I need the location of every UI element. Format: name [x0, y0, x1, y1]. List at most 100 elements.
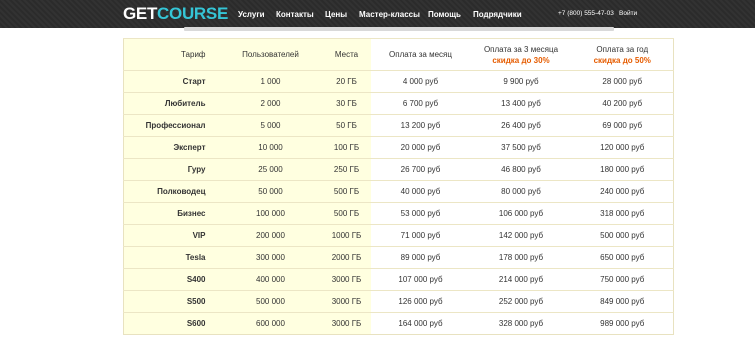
quarterly-price-cell: 46 800 руб — [470, 158, 572, 181]
header-users-label: Пользователей — [242, 50, 299, 59]
header-plan-label: Тариф — [181, 50, 206, 59]
nav-item-contacts[interactable]: Контакты — [276, 10, 325, 19]
plan-name-cell: Старт — [123, 70, 219, 93]
plan-name-cell: S500 — [123, 290, 219, 313]
storage-cell: 20 ГБ — [322, 70, 371, 93]
monthly-price-cell: 4 000 руб — [370, 70, 471, 93]
header-monthly: Оплата за месяц — [370, 38, 471, 71]
yearly-price-cell: 120 000 руб — [571, 136, 674, 159]
storage-cell: 50 ГБ — [322, 114, 371, 137]
quarterly-price-cell: 26 400 руб — [470, 114, 572, 137]
storage-cell: 30 ГБ — [322, 92, 371, 115]
login-link[interactable]: Войти — [619, 10, 637, 17]
users-count-cell: 600 000 — [218, 312, 323, 335]
users-count-cell: 5 000 — [218, 114, 323, 137]
users-count-cell: 100 000 — [218, 202, 323, 225]
quarterly-price-cell: 178 000 руб — [470, 246, 572, 269]
yearly-price-cell: 180 000 руб — [571, 158, 674, 181]
monthly-price-cell: 6 700 руб — [370, 92, 471, 115]
table-row: S500 500 000 3000 ГБ 126 000 руб 252 000 руб… — [123, 290, 674, 313]
quarterly-price-cell: 80 000 руб — [470, 180, 572, 203]
monthly-price-cell: 13 200 руб — [370, 114, 471, 137]
header-yearly: Оплата за год скидка до 50% — [571, 38, 674, 71]
header-storage-label: Места — [334, 50, 359, 59]
plan-name-cell: VIP — [123, 224, 219, 247]
storage-cell: 3000 ГБ — [322, 268, 371, 291]
header-quarterly-label: Оплата за 3 месяца — [483, 44, 559, 54]
table-row: Tesla 300 000 2000 ГБ 89 000 руб 178 000 руб… — [123, 246, 674, 269]
yearly-price-cell: 750 000 руб — [571, 268, 674, 291]
yearly-price-cell: 500 000 руб — [571, 224, 674, 247]
table-header-row: Тариф Пользователей Места Оплата за меся… — [123, 38, 674, 71]
storage-cell: 500 ГБ — [322, 202, 371, 225]
plan-name-cell: Эксперт — [123, 136, 219, 159]
storage-cell: 1000 ГБ — [322, 224, 371, 247]
users-count-cell: 25 000 — [218, 158, 323, 181]
nav-item-help[interactable]: Помощь — [428, 10, 473, 19]
users-count-cell: 400 000 — [218, 268, 323, 291]
table-row: Профессионал 5 000 50 ГБ 13 200 руб 26 400 р… — [123, 114, 674, 137]
intro-text-line — [184, 27, 614, 31]
header-quarterly: Оплата за 3 месяца скидка до 30% — [470, 38, 572, 71]
plan-name-cell: Профессионал — [123, 114, 219, 137]
monthly-price-cell: 26 700 руб — [370, 158, 471, 181]
quarterly-price-cell: 9 900 руб — [470, 70, 572, 93]
plan-name-cell: Любитель — [123, 92, 219, 115]
quarterly-price-cell: 214 000 руб — [470, 268, 572, 291]
main-nav: Услуги Контакты Цены Мастер-классы Помощ… — [238, 10, 522, 19]
pricing-table-body: Тариф Пользователей Места Оплата за меся… — [123, 38, 674, 335]
users-count-cell: 2 000 — [218, 92, 323, 115]
header-yearly-label: Оплата за год — [596, 44, 649, 54]
storage-cell: 3000 ГБ — [322, 290, 371, 313]
monthly-price-cell: 107 000 руб — [370, 268, 471, 291]
logo[interactable]: GETCOURSE — [123, 5, 228, 23]
yearly-price-cell: 28 000 руб — [571, 70, 674, 93]
plan-name-cell: Бизнес — [123, 202, 219, 225]
users-count-cell: 500 000 — [218, 290, 323, 313]
users-count-cell: 200 000 — [218, 224, 323, 247]
header-plan: Тариф — [123, 38, 219, 71]
top-navigation-bar: GETCOURSE Услуги Контакты Цены Мастер-кл… — [0, 0, 755, 28]
yearly-price-cell: 40 200 руб — [571, 92, 674, 115]
plan-name-cell: S600 — [123, 312, 219, 335]
yearly-price-cell: 318 000 руб — [571, 202, 674, 225]
nav-item-prices[interactable]: Цены — [325, 10, 359, 19]
logo-part-get: GET — [123, 4, 158, 23]
yearly-price-cell: 650 000 руб — [571, 246, 674, 269]
users-count-cell: 300 000 — [218, 246, 323, 269]
monthly-price-cell: 71 000 руб — [370, 224, 471, 247]
table-row: Бизнес 100 000 500 ГБ 53 000 руб 106 000 руб… — [123, 202, 674, 225]
yearly-price-cell: 989 000 руб — [571, 312, 674, 335]
monthly-price-cell: 20 000 руб — [370, 136, 471, 159]
nav-item-contractors[interactable]: Подрядчики — [473, 10, 522, 19]
users-count-cell: 50 000 — [218, 180, 323, 203]
users-count-cell: 10 000 — [218, 136, 323, 159]
yearly-price-cell: 240 000 руб — [571, 180, 674, 203]
storage-cell: 500 ГБ — [322, 180, 371, 203]
intro-text-cut-off — [124, 27, 644, 33]
plan-name-cell: Tesla — [123, 246, 219, 269]
quarterly-price-cell: 13 400 руб — [470, 92, 572, 115]
nav-item-services[interactable]: Услуги — [238, 10, 276, 19]
table-row: VIP 200 000 1000 ГБ 71 000 руб 142 000 руб 50… — [123, 224, 674, 247]
quarterly-price-cell: 106 000 руб — [470, 202, 572, 225]
table-row: Любитель 2 000 30 ГБ 6 700 руб 13 400 руб 40 … — [123, 92, 674, 115]
quarterly-price-cell: 37 500 руб — [470, 136, 572, 159]
quarterly-price-cell: 252 000 руб — [470, 290, 572, 313]
storage-cell: 100 ГБ — [322, 136, 371, 159]
storage-cell: 250 ГБ — [322, 158, 371, 181]
yearly-price-cell: 849 000 руб — [571, 290, 674, 313]
yearly-discount-label: скидка до 50% — [593, 55, 651, 65]
table-row: Эксперт 10 000 100 ГБ 20 000 руб 37 500 руб 1… — [123, 136, 674, 159]
phone-number[interactable]: +7 (800) 555-47-03 — [558, 10, 614, 17]
header-storage: Места — [322, 38, 371, 71]
table-row: Старт 1 000 20 ГБ 4 000 руб 9 900 руб 28 000 … — [123, 70, 674, 93]
table-row: S600 600 000 3000 ГБ 164 000 руб 328 000 руб… — [123, 312, 674, 335]
table-row: S400 400 000 3000 ГБ 107 000 руб 214 000 руб… — [123, 268, 674, 291]
nav-item-master-classes[interactable]: Мастер-классы — [359, 10, 428, 19]
plan-name-cell: Гуру — [123, 158, 219, 181]
pricing-table: Тариф Пользователей Места Оплата за меся… — [123, 38, 674, 335]
monthly-price-cell: 53 000 руб — [370, 202, 471, 225]
quarterly-price-cell: 328 000 руб — [470, 312, 572, 335]
storage-cell: 3000 ГБ — [322, 312, 371, 335]
